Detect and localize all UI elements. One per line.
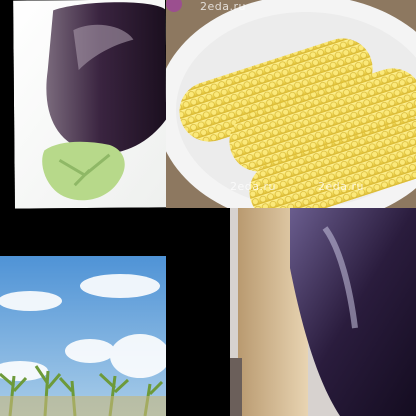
watermark-text: 2eda.ru xyxy=(200,0,246,13)
eggplant-photo xyxy=(13,0,167,209)
watermark-text: 2eda.ru xyxy=(230,180,276,193)
eggplant-photo-tile xyxy=(13,0,167,209)
corn-photo-tile xyxy=(166,0,416,208)
corn-field-photo-tile xyxy=(0,256,166,416)
eggplant-body xyxy=(46,2,167,154)
watermark-text: 2eda.ru xyxy=(318,180,364,193)
corn-field-photo xyxy=(0,256,166,416)
eggplant-closeup-photo xyxy=(230,208,416,416)
corn-photo xyxy=(166,0,416,208)
eggplant-closeup-tile xyxy=(230,208,416,416)
